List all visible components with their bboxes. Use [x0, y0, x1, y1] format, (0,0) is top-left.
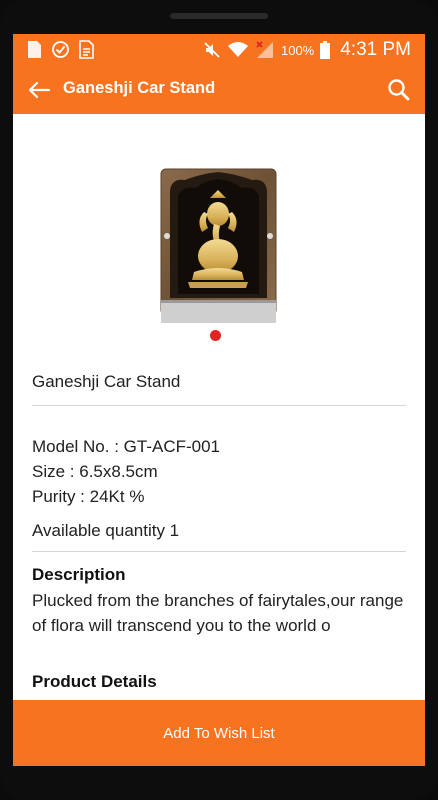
product-detail-content: Ganeshji Car Stand Model No. : GT-ACF-00… [13, 114, 425, 700]
product-name: Ganeshji Car Stand [32, 372, 181, 391]
status-bar: 100% 4:31 PM [13, 34, 425, 66]
add-to-wish-list-button[interactable]: Add To Wish List [13, 700, 425, 766]
product-size: Size : 6.5x8.5cm [32, 462, 158, 481]
available-quantity: Available quantity 1 [32, 521, 180, 540]
clock: 4:31 PM [340, 39, 411, 60]
divider [32, 405, 406, 406]
divider [32, 551, 406, 552]
battery-icon [320, 41, 331, 59]
document-icon [79, 40, 94, 59]
speaker-grille [170, 13, 268, 19]
description-text: Plucked from the branches of fairytales,… [32, 591, 404, 635]
back-arrow-icon[interactable] [25, 76, 53, 104]
description-heading: Description [32, 565, 126, 584]
page-title: Ganeshji Car Stand [63, 79, 216, 97]
model-number: Model No. : GT-ACF-001 [32, 437, 221, 456]
product-purity: Purity : 24Kt % [32, 487, 145, 506]
product-details-heading: Product Details [32, 672, 157, 691]
check-circle-icon [52, 41, 69, 58]
mute-icon [204, 42, 220, 58]
app-bar: Ganeshji Car Stand [13, 66, 425, 114]
search-icon[interactable] [385, 76, 413, 104]
image-pager-dot[interactable] [210, 330, 221, 341]
product-image[interactable] [160, 168, 277, 324]
battery-percentage: 100% [280, 42, 315, 58]
phone-frame: 100% 4:31 PM Ganeshji Car Stand Ganeshji… [0, 0, 438, 800]
signal-icon [256, 41, 273, 58]
sim-card-icon [28, 41, 41, 58]
add-to-wish-list-label: Add To Wish List [163, 724, 275, 742]
wifi-icon [227, 42, 248, 57]
screen: 100% 4:31 PM Ganeshji Car Stand Ganeshji… [13, 34, 425, 766]
